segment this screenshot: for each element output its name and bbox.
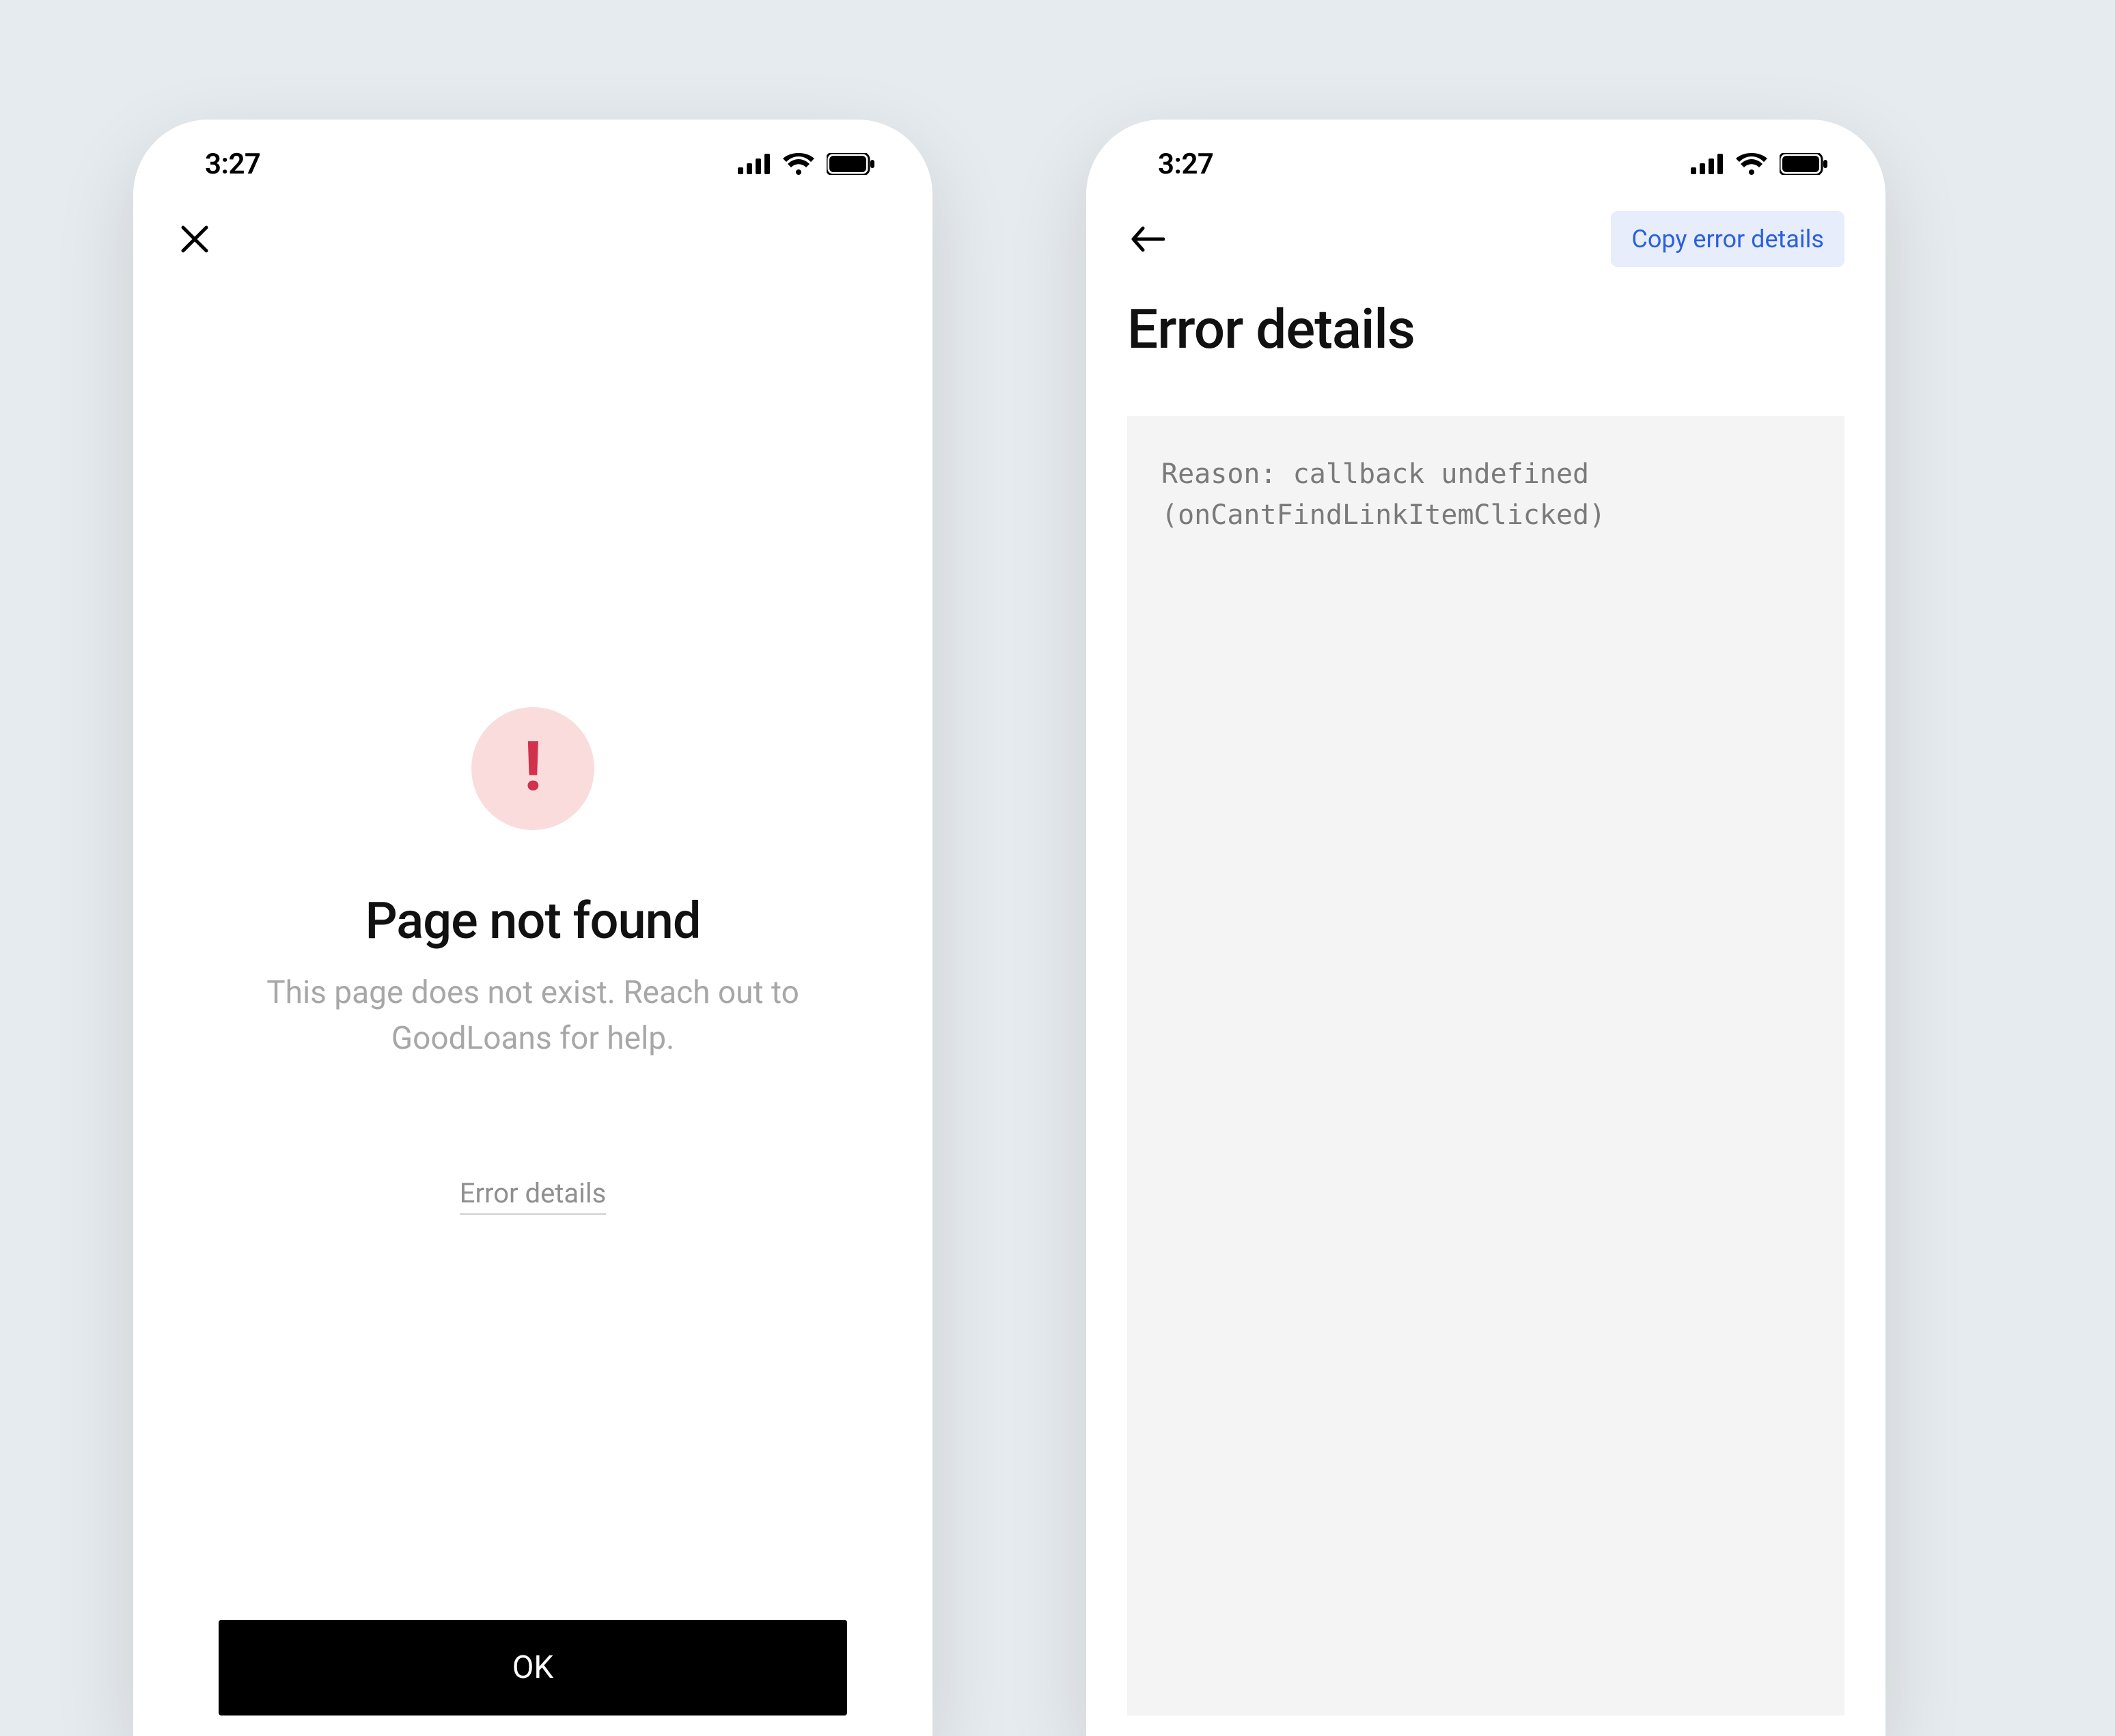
- phone-page-not-found: 3:27 !: [133, 120, 932, 1736]
- status-bar: 3:27: [133, 120, 932, 208]
- close-icon[interactable]: [174, 219, 215, 260]
- nav-bar: Copy error details: [1086, 208, 1885, 270]
- error-code-block: Reason: callback undefined (onCantFindLi…: [1127, 416, 1844, 1716]
- status-icons: [1691, 153, 1827, 175]
- error-details-link[interactable]: Error details: [460, 1177, 606, 1215]
- cellular-icon: [738, 154, 771, 174]
- cellular-icon: [1691, 154, 1724, 174]
- ok-button[interactable]: OK: [219, 1620, 847, 1716]
- page-title: Error details: [1127, 297, 1844, 361]
- wifi-icon: [1736, 153, 1767, 175]
- battery-icon: [827, 153, 874, 175]
- exclamation-mark: !: [523, 733, 542, 801]
- status-icons: [738, 153, 874, 175]
- phone-error-details: 3:27 Copy error details Error details: [1086, 120, 1885, 1736]
- status-bar: 3:27: [1086, 120, 1885, 208]
- battery-icon: [1780, 153, 1827, 175]
- nav-bar: [133, 208, 932, 270]
- error-icon: !: [471, 707, 594, 830]
- back-icon[interactable]: [1127, 219, 1168, 260]
- status-time: 3:27: [205, 148, 260, 181]
- copy-error-details-button[interactable]: Copy error details: [1611, 211, 1844, 267]
- status-time: 3:27: [1158, 148, 1213, 181]
- wifi-icon: [783, 153, 814, 175]
- page-title: Page not found: [365, 892, 700, 951]
- page-subtitle: This page does not exist. Reach out to G…: [219, 970, 847, 1061]
